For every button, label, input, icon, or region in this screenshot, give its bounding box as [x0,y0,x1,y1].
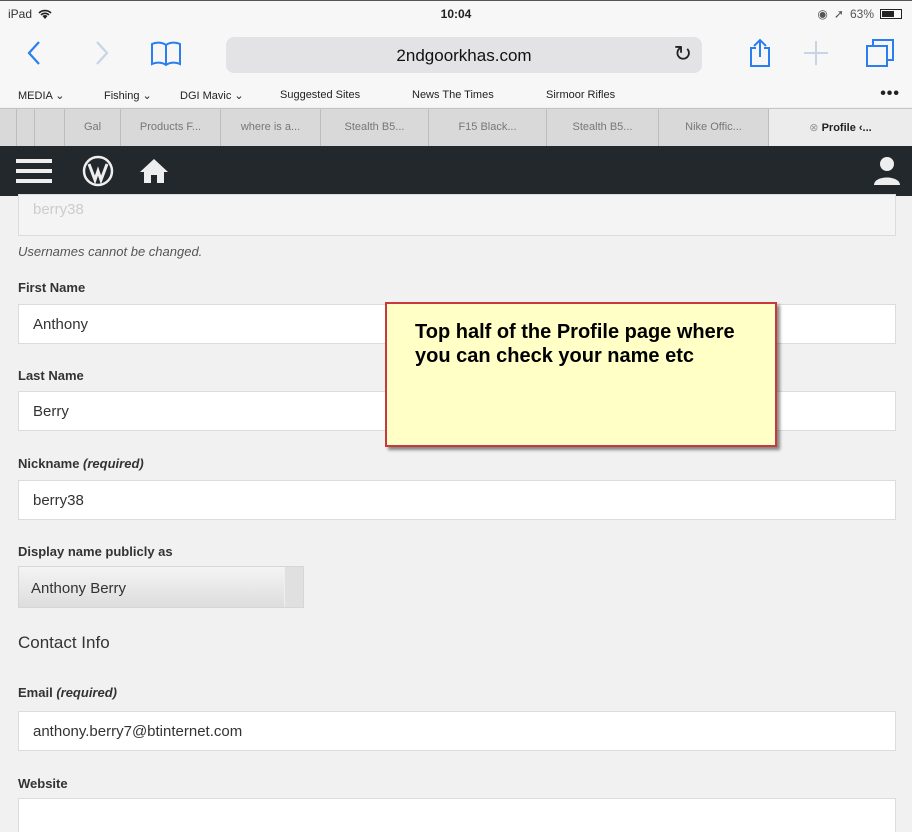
wordpress-button[interactable] [80,153,116,189]
bookmarks-button[interactable] [146,35,186,71]
required-marker: (required) [83,456,144,471]
tabs-button[interactable] [860,35,900,71]
tab-item[interactable]: Stealth B5... [320,109,428,146]
home-icon [140,159,168,183]
username-value: berry38 [33,201,84,218]
tab-label: Gal [83,121,102,133]
tab-item[interactable]: Gal [64,109,120,146]
display-name-select[interactable]: Anthony Berry [18,566,304,608]
chevron-right-icon [96,41,109,65]
navigation-arrow-icon: ➚ [833,7,844,21]
tab-label: Products F... [139,121,202,133]
tab-item[interactable]: Stealth B5... [546,109,658,146]
nickname-label: Nickname (required) [18,456,144,471]
tab-item[interactable]: Nike Offic... [658,109,768,146]
email-label: Email (required) [18,685,117,700]
tab-item[interactable]: where is a... [220,109,320,146]
home-button[interactable] [138,153,170,189]
book-icon [151,41,181,67]
share-button[interactable] [740,35,780,71]
account-button[interactable] [872,153,902,189]
menu-button[interactable] [16,153,52,189]
user-icon [874,157,900,185]
url-text: 2ndgoorkhas.com [396,46,532,65]
bookmark-sirmoor-rifles[interactable]: Sirmoor Rifles [546,89,615,101]
tab-strip: Gal Products F... where is a... Stealth … [0,108,912,146]
tab-close-icon[interactable]: ⊗ [809,122,821,134]
annotation-callout: Top half of the Profile page where you c… [385,302,777,447]
tab-stub[interactable] [16,109,34,146]
dropdown-arrow-icon [284,567,303,607]
first-name-value: Anthony [33,316,89,333]
website-label: Website [18,776,68,791]
reload-icon[interactable]: ↻ [674,41,692,67]
battery-percent: 63% [849,7,874,21]
clock: 10:04 [440,7,472,21]
battery-icon [880,9,902,19]
tab-profile-active[interactable]: ⊗ Profile ‹... [768,109,912,146]
bookmark-news-the-times[interactable]: News The Times [412,89,494,101]
bookmark-suggested-sites[interactable]: Suggested Sites [280,89,360,101]
last-name-label: Last Name [18,368,84,383]
email-value: anthony.berry7@btinternet.com [33,723,243,740]
tab-label: Stealth B5... [344,121,405,133]
more-icon[interactable]: ••• [880,85,900,103]
tab-label: ⊗ Profile ‹... [769,121,912,134]
nickname-value: berry38 [33,492,84,509]
status-bar: iPad 10:04 ◉ ➚ 63% [0,0,912,27]
wp-admin-bar [0,146,912,196]
location-icon: ◉ [817,7,828,21]
tabs-overview-icon [866,39,894,67]
required-marker: (required) [56,685,117,700]
nickname-field[interactable]: berry38 [18,480,896,520]
tab-item[interactable]: Products F... [120,109,220,146]
nickname-label-text: Nickname [18,456,80,471]
browser-toolbar: 2ndgoorkhas.com ↻ [0,27,912,85]
wordpress-logo-icon [82,155,114,187]
tab-label: where is a... [240,121,301,133]
tab-stub[interactable] [34,109,64,146]
forward-button[interactable] [82,35,122,71]
bookmark-fishing[interactable]: Fishing ⌄ [104,89,152,102]
contact-info-heading: Contact Info [18,633,110,652]
display-name-value: Anthony Berry [31,580,127,597]
tab-label: F15 Black... [458,121,517,133]
tab-label-text: Profile ‹... [821,122,872,134]
last-name-value: Berry [33,403,69,420]
share-icon [750,38,770,67]
bookmark-dgi-mavic[interactable]: DGI Mavic ⌄ [180,89,244,102]
address-bar[interactable]: 2ndgoorkhas.com ↻ [226,37,702,73]
hamburger-menu-icon [16,159,52,183]
username-description: Usernames cannot be changed. [18,244,203,259]
new-tab-button[interactable] [796,35,836,71]
display-name-label: Display name publicly as [18,544,173,559]
website-field[interactable] [18,798,896,832]
username-field: berry38 [18,194,896,236]
plus-icon [804,41,828,65]
first-name-label: First Name [18,280,86,295]
tab-label: Nike Offic... [685,121,742,133]
tab-label: Stealth B5... [572,121,633,133]
email-field[interactable]: anthony.berry7@btinternet.com [18,711,896,751]
tab-item[interactable]: F15 Black... [428,109,546,146]
chevron-left-icon [27,41,40,65]
back-button[interactable] [14,35,54,71]
callout-text: Top half of the Profile page where you c… [415,321,735,367]
bookmarks-bar: MEDIA ⌄ Fishing ⌄ DGI Mavic ⌄ Suggested … [0,85,912,107]
bookmark-media[interactable]: MEDIA ⌄ [18,89,65,102]
email-label-text: Email [18,685,53,700]
